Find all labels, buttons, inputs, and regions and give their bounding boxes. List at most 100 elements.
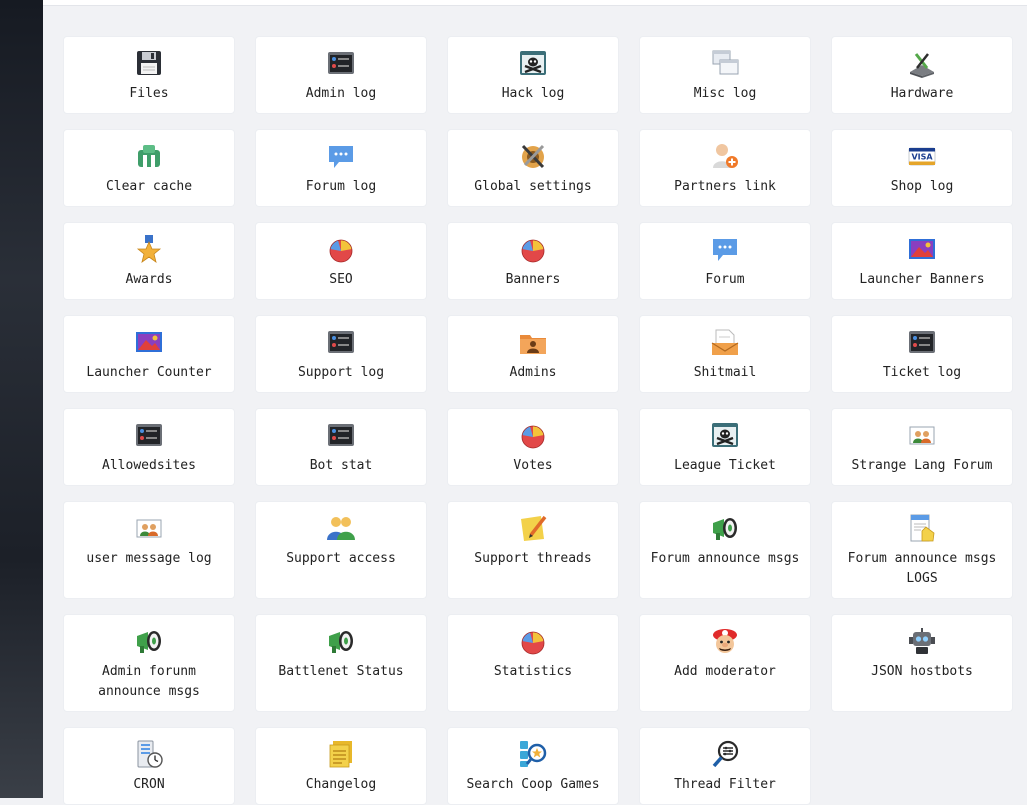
tile-label: Forum log	[305, 179, 377, 194]
windows-stack-icon	[710, 48, 740, 78]
tile-partners-link[interactable]: Partners link	[639, 129, 811, 207]
tile-battlenet-status[interactable]: Battlenet Status	[255, 614, 427, 712]
tile-label: Thread Filter	[674, 777, 776, 792]
floppy-disk-icon	[134, 48, 164, 78]
megaphone-icon	[134, 626, 164, 656]
background-photo-strip	[0, 0, 43, 798]
chat-bubble-icon	[710, 234, 740, 264]
tile-label: Clear cache	[105, 179, 193, 194]
tile-label: Files	[129, 86, 169, 101]
pie-chart-icon	[326, 234, 356, 264]
tile-label: Strange Lang Forum	[851, 458, 993, 473]
tile-label: Shitmail	[693, 365, 757, 380]
tile-label: Partners link	[674, 179, 776, 194]
tile-thread-filter[interactable]: Thread Filter	[639, 727, 811, 805]
tile-shitmail[interactable]: Shitmail	[639, 315, 811, 393]
skull-window-icon	[710, 420, 740, 450]
tile-label: Admin log	[305, 86, 377, 101]
tile-forum-announce-msgs[interactable]: Forum announce msgs	[639, 501, 811, 599]
tile-json-hostbots[interactable]: JSON hostbots	[831, 614, 1013, 712]
tile-support-threads[interactable]: Support threads	[447, 501, 619, 599]
picture-icon	[907, 234, 937, 264]
users-picture-icon	[134, 513, 164, 543]
tile-add-moderator[interactable]: Add moderator	[639, 614, 811, 712]
tile-cron[interactable]: CRON	[63, 727, 235, 805]
tile-hack-log[interactable]: Hack log	[447, 36, 619, 114]
hardware-tools-icon	[907, 48, 937, 78]
tile-forum-announce-msgs-logs[interactable]: Forum announce msgs LOGS	[831, 501, 1013, 599]
tile-label: Battlenet Status	[278, 664, 404, 679]
tile-launcher-banners[interactable]: Launcher Banners	[831, 222, 1013, 300]
tile-hardware[interactable]: Hardware	[831, 36, 1013, 114]
tile-statistics[interactable]: Statistics	[447, 614, 619, 712]
tile-launcher-counter[interactable]: Launcher Counter	[63, 315, 235, 393]
megaphone-icon	[326, 626, 356, 656]
megaphone-icon	[710, 513, 740, 543]
tile-misc-log[interactable]: Misc log	[639, 36, 811, 114]
tile-label: Statistics	[493, 664, 573, 679]
tile-allowedsites[interactable]: Allowedsites	[63, 408, 235, 486]
tile-seo[interactable]: SEO	[255, 222, 427, 300]
tile-league-ticket[interactable]: League Ticket	[639, 408, 811, 486]
tile-changelog[interactable]: Changelog	[255, 727, 427, 805]
log-console-icon	[326, 48, 356, 78]
tile-label: user message log	[86, 551, 212, 566]
notes-stack-icon	[326, 739, 356, 769]
tile-global-settings[interactable]: Global settings	[447, 129, 619, 207]
top-toolbar-strip	[43, 0, 1027, 6]
tile-label: Awards	[125, 272, 173, 287]
server-clock-icon	[134, 739, 164, 769]
tile-admins[interactable]: Admins	[447, 315, 619, 393]
tile-label: Launcher Counter	[86, 365, 212, 380]
tile-label: Changelog	[305, 777, 377, 792]
tile-label: JSON hostbots	[871, 664, 973, 679]
tile-label: Support access	[286, 551, 396, 566]
user-add-icon	[710, 141, 740, 171]
tile-banners[interactable]: Banners	[447, 222, 619, 300]
cache-blocks-icon	[134, 141, 164, 171]
admin-tools-grid: Files Admin log Hack log Misc log Hardwa…	[63, 36, 1013, 805]
tile-label: Votes	[513, 458, 553, 473]
tile-label: Launcher Banners	[859, 272, 985, 287]
user-folder-icon	[518, 327, 548, 357]
tile-clear-cache[interactable]: Clear cache	[63, 129, 235, 207]
tile-label: Global settings	[474, 179, 592, 194]
wrench-settings-icon	[518, 141, 548, 171]
tile-label: Forum announce msgs	[650, 551, 800, 566]
tile-files[interactable]: Files	[63, 36, 235, 114]
tile-label: Support log	[297, 365, 385, 380]
tile-forum[interactable]: Forum	[639, 222, 811, 300]
log-console-icon	[326, 420, 356, 450]
tile-support-log[interactable]: Support log	[255, 315, 427, 393]
tile-admin-log[interactable]: Admin log	[255, 36, 427, 114]
tile-label: Allowedsites	[102, 458, 196, 473]
tile-label: Forum	[705, 272, 745, 287]
mail-folder-icon	[710, 327, 740, 357]
tile-ticket-log[interactable]: Ticket log	[831, 315, 1013, 393]
tile-awards[interactable]: Awards	[63, 222, 235, 300]
tile-votes[interactable]: Votes	[447, 408, 619, 486]
filter-search-icon	[710, 739, 740, 769]
pie-chart-icon	[518, 626, 548, 656]
tile-admin-forunm-announce-msgs[interactable]: Admin forunm announce msgs	[63, 614, 235, 712]
tile-label: Misc log	[693, 86, 757, 101]
visa-card-icon: VISA	[907, 141, 937, 171]
tile-label: Support threads	[474, 551, 592, 566]
picture-icon	[134, 327, 164, 357]
pie-chart-icon	[518, 420, 548, 450]
chat-bubble-icon	[326, 141, 356, 171]
tile-label: Add moderator	[674, 664, 776, 679]
search-star-icon	[518, 739, 548, 769]
pie-chart-icon	[518, 234, 548, 264]
users-group-icon	[326, 513, 356, 543]
tile-shop-log[interactable]: VISA Shop log	[831, 129, 1013, 207]
tile-forum-log[interactable]: Forum log	[255, 129, 427, 207]
tile-label: Bot stat	[309, 458, 373, 473]
tile-search-coop-games[interactable]: Search Coop Games	[447, 727, 619, 805]
tile-support-access[interactable]: Support access	[255, 501, 427, 599]
tile-bot-stat[interactable]: Bot stat	[255, 408, 427, 486]
tile-strange-lang-forum[interactable]: Strange Lang Forum	[831, 408, 1013, 486]
tile-label: Shop log	[890, 179, 954, 194]
tile-label: Admin forunm announce msgs	[98, 664, 200, 699]
tile-user-message-log[interactable]: user message log	[63, 501, 235, 599]
